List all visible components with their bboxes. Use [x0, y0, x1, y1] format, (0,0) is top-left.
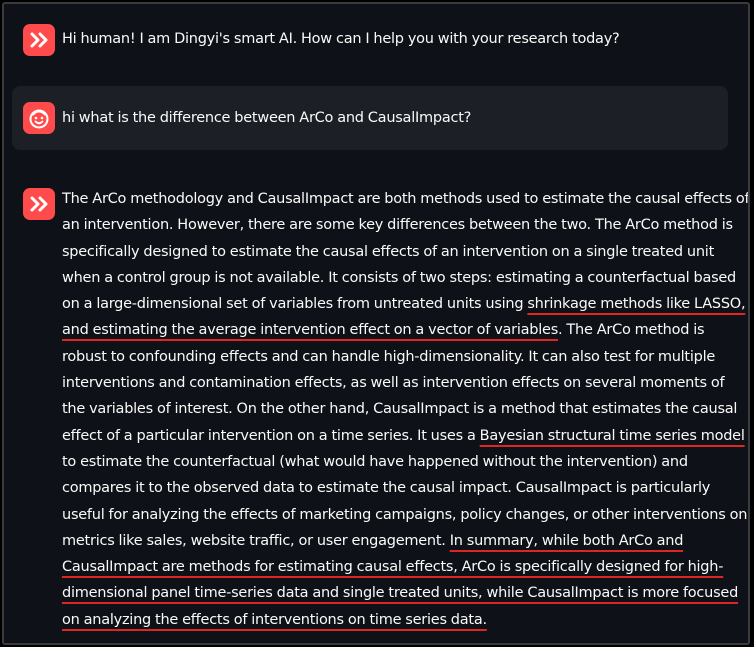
message-line: on a large-dimensional set of variables … [62, 291, 746, 317]
message-text: Hi human! I am Dingyi's smart AI. How ca… [62, 26, 728, 52]
text-segment: compares it to the observed data to esti… [62, 480, 711, 497]
message-line: compares it to the observed data to esti… [62, 475, 728, 501]
text-segment: an intervention. However, there are some… [62, 217, 733, 234]
message-line: dimensional panel time-series data and s… [62, 580, 738, 606]
message-line: CausalImpact are methods for estimating … [62, 554, 728, 580]
message-line: to estimate the counterfactual (what wou… [62, 449, 728, 475]
underlined-text-segment: shrinkage methods like LASSO, [527, 296, 746, 313]
text-segment: the variables of interest. On the other … [62, 401, 738, 418]
message-line: an intervention. However, there are some… [62, 212, 733, 238]
message-line: interventions and contamination effects,… [62, 370, 728, 396]
user-avatar [23, 102, 55, 134]
underlined-text-segment: dimensional panel time-series data and s… [62, 585, 739, 602]
underlined-text-segment: Bayesian structural time series model [479, 427, 745, 444]
message-line: useful for analyzing the effects of mark… [62, 502, 747, 528]
chat-message-user: hi what is the difference between ArCo a… [12, 86, 728, 150]
smiley-face-icon [29, 109, 49, 129]
underlined-text-segment: In summary, while both ArCo and [449, 532, 684, 549]
chat-message-assistant-greeting: Hi human! I am Dingyi's smart AI. How ca… [12, 14, 728, 64]
text-segment: when a control group is not available. I… [62, 269, 737, 286]
message-line: hi what is the difference between ArCo a… [62, 110, 472, 126]
message-line: The ArCo methodology and CausalImpact ar… [62, 186, 748, 212]
double-chevron-icon [30, 32, 48, 48]
message-text: hi what is the difference between ArCo a… [62, 105, 728, 131]
message-line: on analyzing the effects of intervention… [62, 607, 728, 633]
underlined-text-segment: on analyzing the effects of intervention… [62, 611, 487, 628]
text-segment: specifically designed to estimate the ca… [62, 243, 715, 260]
underlined-text-segment: CausalImpact are methods for estimating … [62, 559, 724, 576]
text-segment: robust to confounding effects and can ha… [62, 348, 716, 365]
underlined-text-segment: and estimating the average intervention … [62, 322, 559, 339]
message-line: robust to confounding effects and can ha… [62, 344, 728, 370]
text-segment: . The ArCo method is [558, 322, 705, 339]
message-line: and estimating the average intervention … [62, 317, 728, 343]
assistant-avatar [23, 24, 55, 56]
message-line: specifically designed to estimate the ca… [62, 239, 728, 265]
text-segment: interventions and contamination effects,… [62, 375, 725, 392]
text-segment: on a large-dimensional set of variables … [62, 296, 528, 313]
message-line: effect of a particular intervention on a… [62, 423, 745, 449]
double-chevron-icon [30, 196, 48, 212]
message-line: the variables of interest. On the other … [62, 396, 737, 422]
text-segment: useful for analyzing the effects of mark… [62, 506, 748, 523]
message-line: metrics like sales, website traffic, or … [62, 528, 728, 554]
message-line: Hi human! I am Dingyi's smart AI. How ca… [62, 31, 620, 47]
message-line: when a control group is not available. I… [62, 265, 736, 291]
assistant-avatar [23, 188, 55, 220]
text-segment: The ArCo methodology and CausalImpact ar… [62, 191, 750, 207]
text-segment: metrics like sales, website traffic, or … [62, 532, 450, 549]
text-segment: to estimate the counterfactual (what wou… [62, 453, 688, 470]
message-text: The ArCo methodology and CausalImpact ar… [62, 186, 748, 633]
chat-window: Hi human! I am Dingyi's smart AI. How ca… [2, 2, 750, 645]
text-segment: effect of a particular intervention on a… [62, 427, 480, 444]
chat-message-assistant-answer: The ArCo methodology and CausalImpact ar… [12, 174, 748, 636]
